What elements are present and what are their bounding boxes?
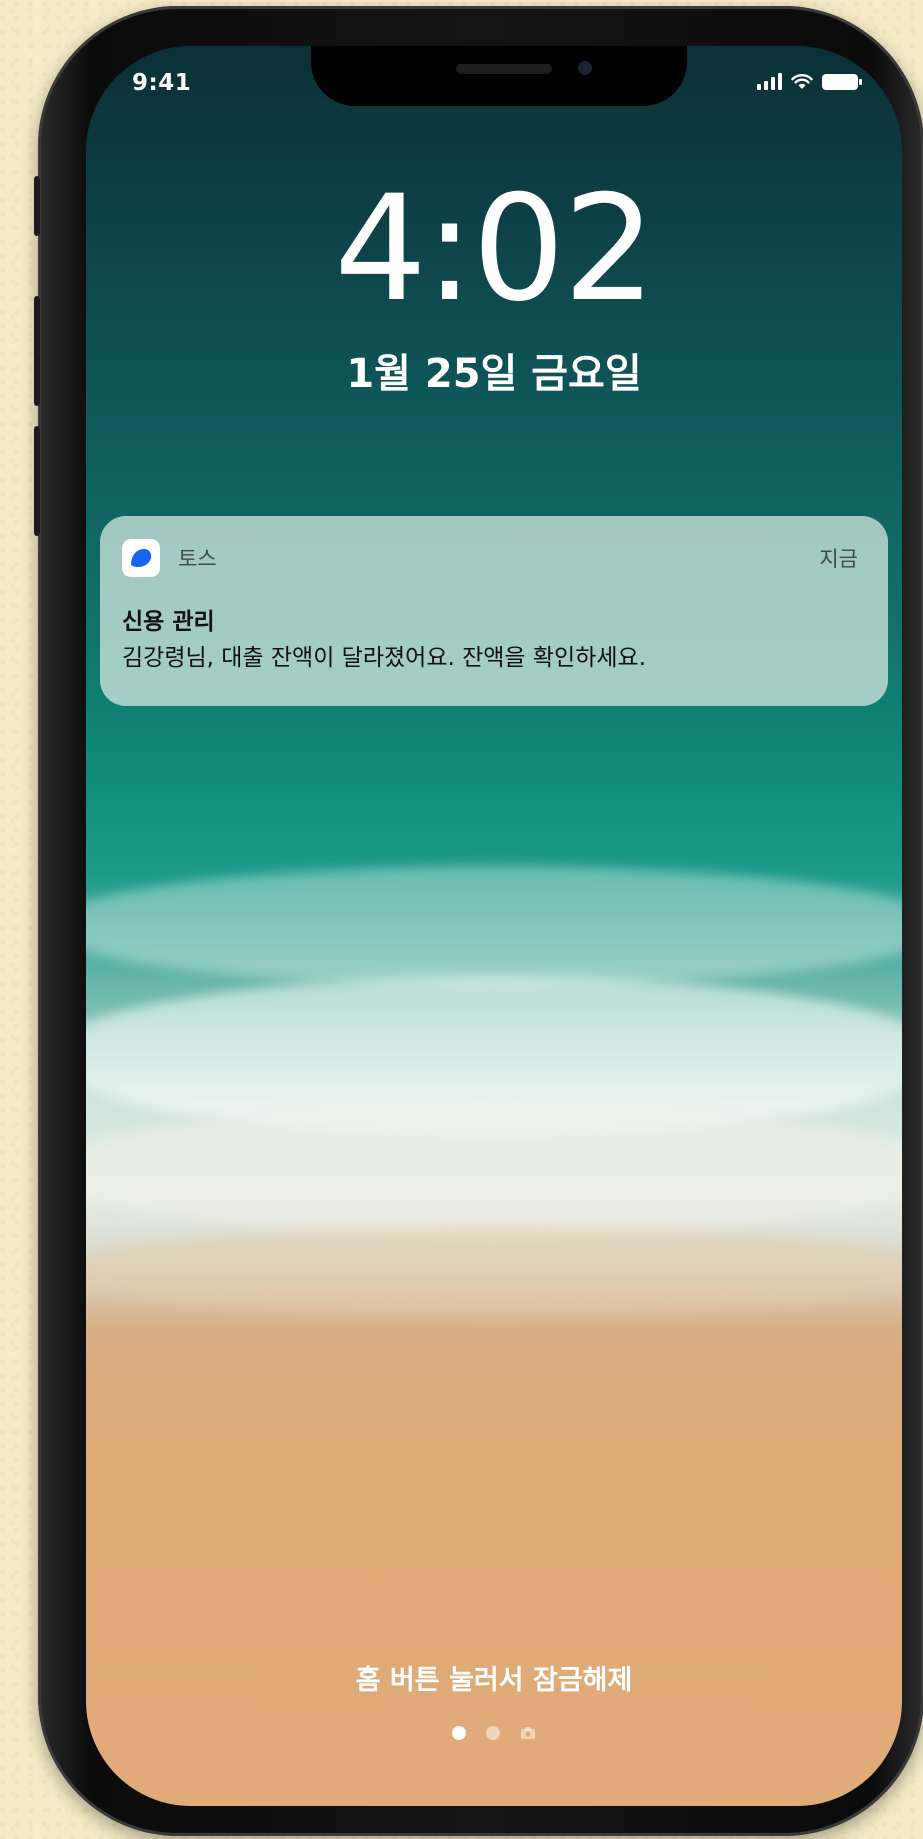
wave-foam [86, 1226, 902, 1316]
lock-screen-time: 4:02 [334, 164, 656, 334]
notification-time: 지금 [819, 547, 858, 571]
page-dot-active [452, 1726, 466, 1740]
notification-header: 토스 지금 [122, 538, 858, 578]
notification-title: 신용 관리 [122, 609, 215, 635]
wifi-icon [791, 74, 813, 89]
signal-icon [757, 72, 782, 90]
speaker-grille [456, 64, 552, 74]
phone-frame: 9:41 4:02 1월 25일 금요일 토스 지금 신용 관리 김강령님, 대… [34, 6, 923, 1836]
battery-icon [822, 74, 862, 90]
unlock-hint: 홈 버튼 눌러서 잠금해제 [355, 1665, 633, 1696]
volume-down-button [34, 426, 40, 536]
page-dot [486, 1726, 500, 1740]
page-indicator [86, 1726, 902, 1740]
lock-screen-date: 1월 25일 금요일 [346, 351, 642, 397]
camera-icon[interactable] [520, 1726, 536, 1740]
volume-up-button [34, 296, 40, 406]
silent-switch [34, 176, 40, 236]
toss-app-icon [122, 539, 160, 577]
wave-foam [86, 866, 902, 986]
notch [311, 46, 687, 106]
front-camera [578, 61, 592, 75]
notification-body: 김강령님, 대출 잔액이 달라졌어요. 잔액을 확인하세요. [122, 645, 647, 671]
status-bar-icons [757, 72, 862, 90]
notification-app-name: 토스 [178, 547, 217, 571]
wave-foam [86, 1106, 902, 1236]
notification-card[interactable]: 토스 지금 신용 관리 김강령님, 대출 잔액이 달라졌어요. 잔액을 확인하세… [100, 516, 888, 706]
status-bar-time: 9:41 [132, 70, 192, 96]
lock-screen: 9:41 4:02 1월 25일 금요일 토스 지금 신용 관리 김강령님, 대… [86, 46, 902, 1806]
